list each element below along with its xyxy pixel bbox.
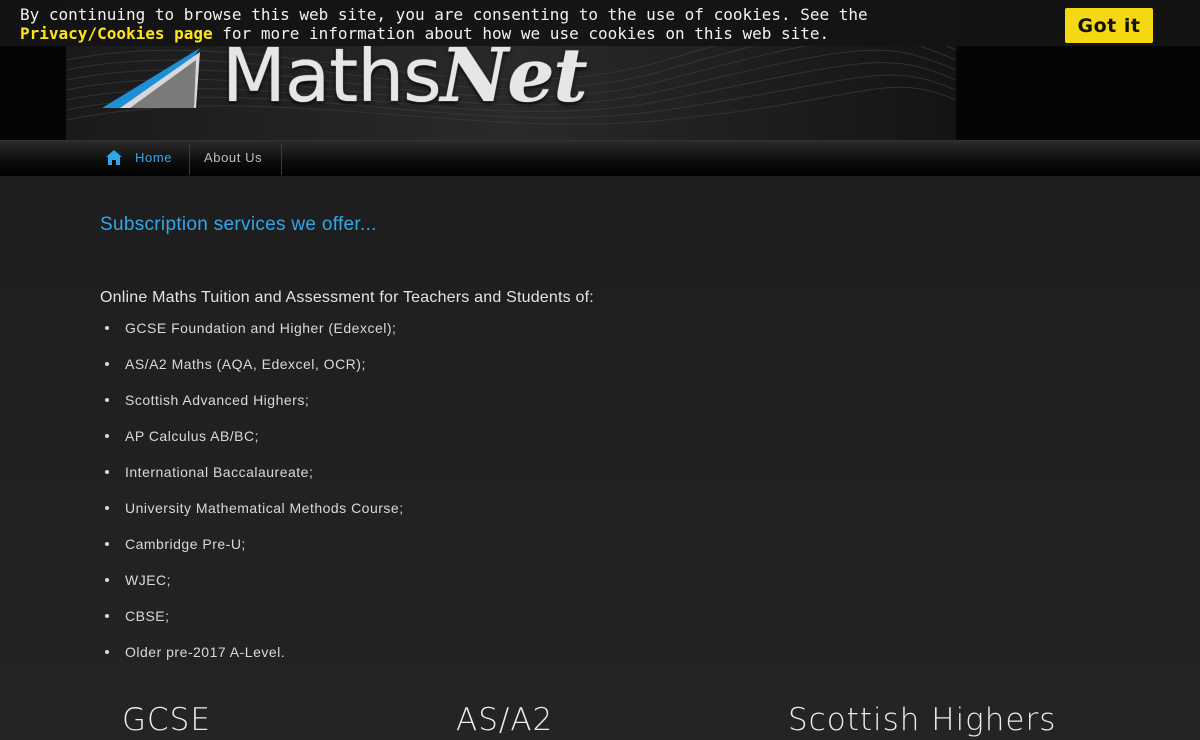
course-label: Cambridge Pre-U; [125, 536, 246, 552]
list-item: Older pre-2017 A-Level. [100, 644, 404, 680]
logo-wordmark: MathsNet [222, 36, 588, 116]
list-item: WJEC; [100, 572, 404, 608]
list-item: AS/A2 Maths (AQA, Edexcel, OCR); [100, 356, 404, 392]
list-item: Cambridge Pre-U; [100, 536, 404, 572]
bullet-icon [105, 614, 109, 618]
cookie-message: By continuing to browse this web site, y… [20, 5, 1020, 43]
list-item: AP Calculus AB/BC; [100, 428, 404, 464]
cookie-text-before: By continuing to browse this web site, y… [20, 5, 868, 24]
home-icon [106, 150, 122, 165]
privacy-cookies-link[interactable]: Privacy/Cookies page [20, 24, 213, 43]
list-item: Scottish Advanced Highers; [100, 392, 404, 428]
nav-about-label: About Us [204, 150, 263, 165]
list-item: CBSE; [100, 608, 404, 644]
course-label: University Mathematical Methods Course; [125, 500, 404, 516]
bullet-icon [105, 542, 109, 546]
cookie-text-after: for more information about how we use co… [212, 24, 830, 43]
bullet-icon [105, 470, 109, 474]
bullet-icon [105, 578, 109, 582]
mathsnet-logo[interactable]: MathsNet [100, 36, 700, 120]
bullet-icon [105, 326, 109, 330]
course-list: GCSE Foundation and Higher (Edexcel); AS… [100, 320, 404, 680]
cookie-banner: By continuing to browse this web site, y… [0, 0, 1200, 46]
list-item: GCSE Foundation and Higher (Edexcel); [100, 320, 404, 356]
course-label: International Baccalaureate; [125, 464, 314, 480]
nav-home-label: Home [135, 150, 173, 165]
scrollbar[interactable] [1176, 0, 1200, 46]
main-nav: Home About Us [0, 140, 1200, 177]
section-title: Subscription services we offer... [100, 214, 377, 235]
main-content: Subscription services we offer... Online… [0, 176, 1200, 740]
bullet-icon [105, 650, 109, 654]
triangle-logo-icon [102, 48, 200, 108]
nav-item-about-us[interactable]: About Us [190, 141, 281, 176]
course-label: Scottish Advanced Highers; [125, 392, 310, 408]
list-item: International Baccalaureate; [100, 464, 404, 500]
got-it-button[interactable]: Got it [1065, 8, 1153, 43]
course-label: GCSE Foundation and Higher (Edexcel); [125, 320, 397, 336]
product-gcse-link[interactable]: GCSE [122, 700, 211, 740]
list-item: University Mathematical Methods Course; [100, 500, 404, 536]
course-label: Older pre-2017 A-Level. [125, 644, 286, 660]
intro-text: Online Maths Tuition and Assessment for … [100, 289, 594, 306]
course-label: CBSE; [125, 608, 170, 624]
product-as-a2-link[interactable]: AS/A2 [456, 700, 553, 740]
bullet-icon [105, 362, 109, 366]
bullet-icon [105, 398, 109, 402]
product-scottish-highers-link[interactable]: Scottish Highers [788, 700, 1056, 740]
bullet-icon [105, 506, 109, 510]
course-label: WJEC; [125, 572, 172, 588]
course-label: AP Calculus AB/BC; [125, 428, 260, 444]
nav-divider [281, 144, 282, 175]
course-label: AS/A2 Maths (AQA, Edexcel, OCR); [125, 356, 366, 372]
bullet-icon [105, 434, 109, 438]
nav-item-home[interactable]: Home [96, 141, 189, 176]
